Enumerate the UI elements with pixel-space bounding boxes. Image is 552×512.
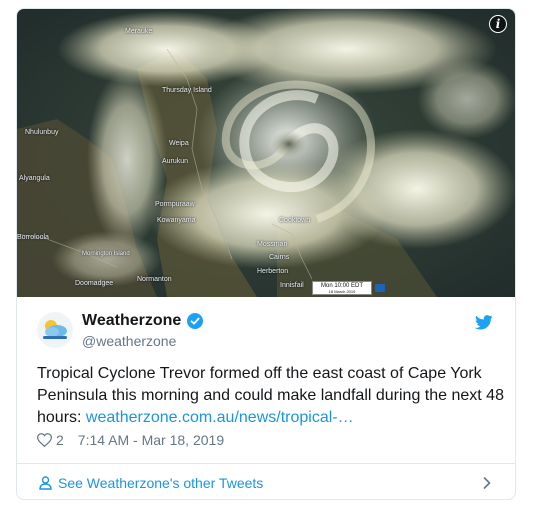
map-label-pormpuraaw: Pormpuraaw (155, 201, 195, 208)
account-handle[interactable]: @weatherzone (82, 333, 176, 349)
map-label-cooktown: Cooktown (279, 217, 311, 224)
tweet-meta: 2 7:14 AM - Mar 18, 2019 (37, 432, 224, 448)
heart-icon (37, 433, 52, 447)
tweet-text: Tropical Cyclone Trevor formed off the e… (37, 363, 507, 429)
map-label-thursday-island: Thursday Island (162, 87, 212, 94)
see-other-tweets-link[interactable]: See Weatherzone's other Tweets (17, 463, 515, 499)
map-label-mornington: Mornington Island (82, 251, 130, 257)
tweet-timestamp[interactable]: 7:14 AM - Mar 18, 2019 (78, 432, 224, 448)
account-name: Weatherzone (82, 312, 182, 329)
map-label-normanton: Normanton (137, 276, 172, 283)
see-other-tweets-label: See Weatherzone's other Tweets (58, 475, 264, 491)
map-label-innisfail: Innisfail (280, 282, 304, 289)
map-label-herberton: Herberton (257, 268, 289, 275)
map-label-mossman: Mossman (257, 241, 288, 248)
map-label-borroloola: Borroloola (17, 234, 49, 241)
map-label-weipa: Weipa (169, 140, 189, 147)
account-name-row[interactable]: Weatherzone (82, 312, 204, 330)
map-label-merauke: Merauke (125, 28, 153, 35)
image-timestamp-box: Mon 10:00 EDT 18 March 2019 (312, 281, 372, 295)
chevron-right-icon (483, 477, 491, 489)
person-icon (39, 476, 52, 490)
map-label-nhulunbuy: Nhulunbuy (25, 129, 59, 136)
image-source-logo-icon (375, 284, 385, 292)
map-label-doomadgee: Doomadgee (75, 280, 114, 287)
tweet-card: Merauke Thursday Island Nhulunbuy Weipa … (16, 8, 516, 500)
like-button[interactable]: 2 (37, 432, 64, 448)
map-label-aurukun: Aurukun (162, 158, 189, 165)
map-label-alyangula: Alyangula (19, 175, 50, 182)
map-label-cairns: Cairns (269, 254, 290, 261)
tweet-link[interactable]: weatherzone.com.au/news/tropical-… (86, 409, 354, 426)
info-icon[interactable]: i (489, 15, 507, 33)
verified-badge-icon (187, 313, 204, 329)
avatar[interactable] (37, 312, 73, 348)
map-label-kowanyama: Kowanyama (157, 217, 196, 224)
image-timestamp-line2: 18 March 2019 (328, 289, 356, 294)
tweet-media-image[interactable]: Merauke Thursday Island Nhulunbuy Weipa … (17, 9, 515, 297)
twitter-bird-icon[interactable] (475, 315, 493, 330)
like-count: 2 (56, 432, 64, 448)
